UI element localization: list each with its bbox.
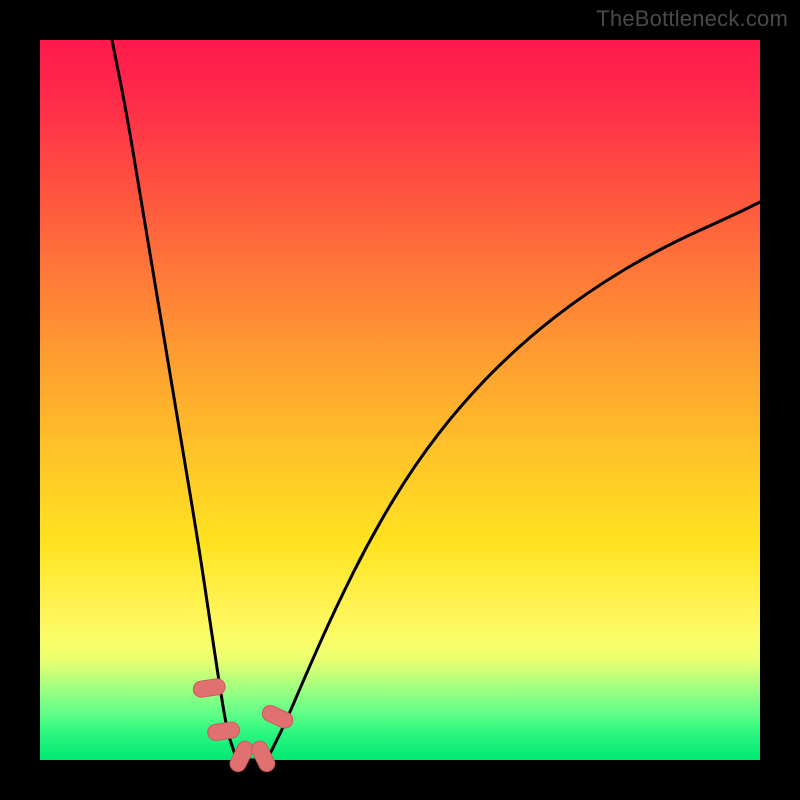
- valley-marker-4: [260, 703, 296, 731]
- valley-marker-1: [207, 721, 241, 742]
- valley-markers: [192, 678, 295, 775]
- watermark-text: TheBottleneck.com: [596, 6, 788, 32]
- bottleneck-curve: [112, 40, 760, 760]
- curve-layer: [40, 40, 760, 760]
- plot-area: [40, 40, 760, 760]
- v-curve-path: [112, 40, 760, 760]
- outer-frame: TheBottleneck.com: [0, 0, 800, 800]
